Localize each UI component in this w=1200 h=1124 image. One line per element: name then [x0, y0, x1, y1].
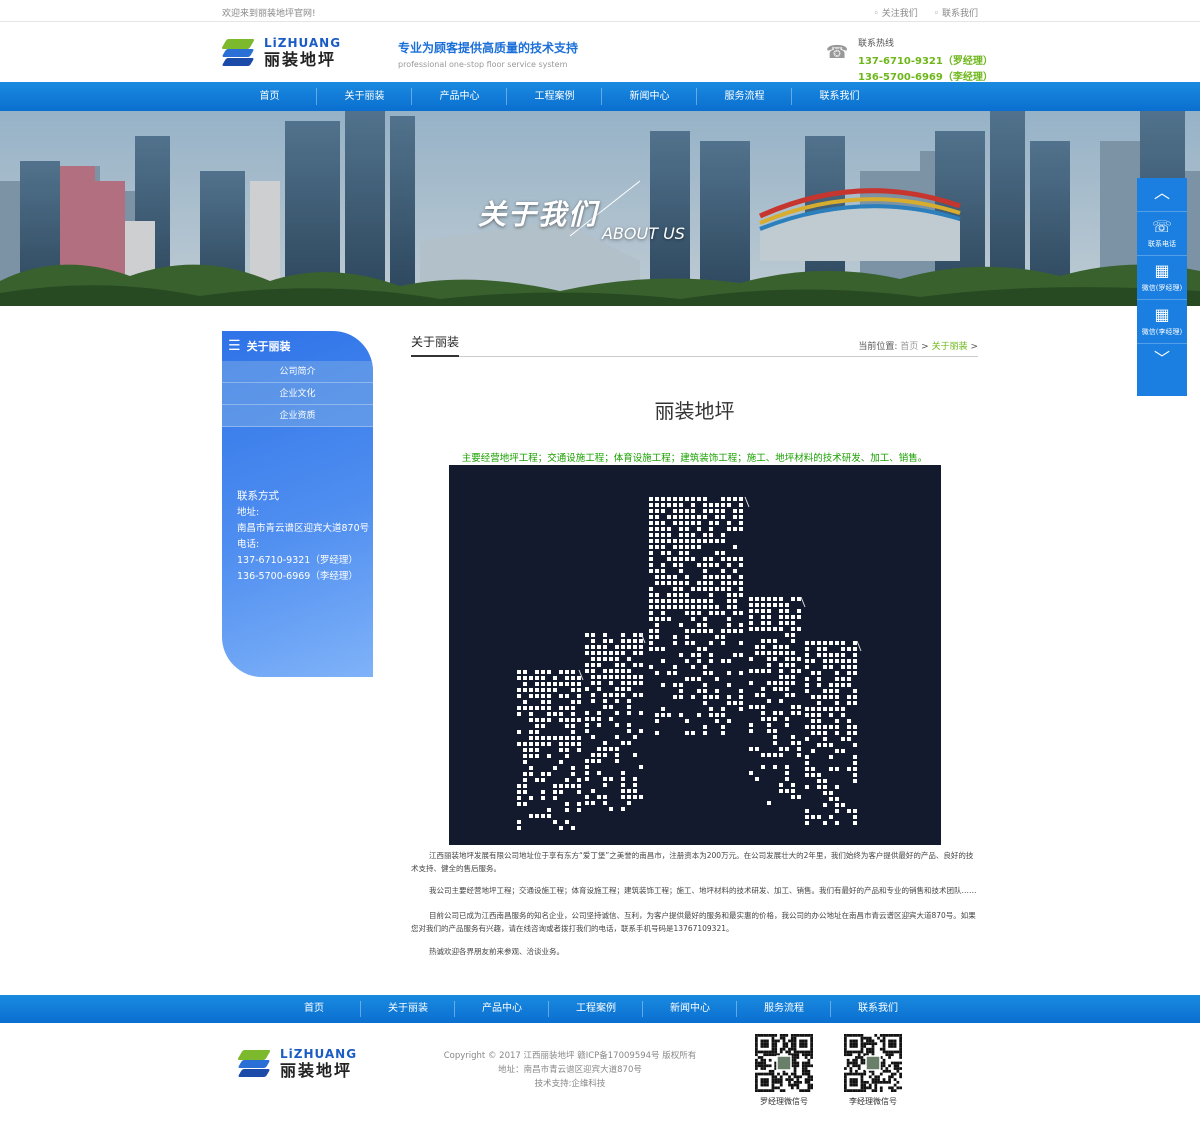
- copyright-text: Copyright © 2017 江西丽装地坪 赣ICP备17009594号 版…: [443, 1051, 697, 1061]
- footer-nav-news[interactable]: 新闻中心: [643, 995, 737, 1023]
- footer-info: Copyright © 2017 江西丽装地坪 赣ICP备17009594号 版…: [440, 1049, 700, 1091]
- phone-icon: ☏: [1151, 216, 1172, 236]
- top-bar: 欢迎来到丽装地坪官网! 关注我们 联系我们: [0, 0, 1200, 22]
- nav-cases[interactable]: 工程案例: [507, 82, 602, 111]
- floating-toolbar: ︿ ☏ 联系电话 ▦ 微信(罗经理) ▦ 微信(李经理) ﹀: [1137, 178, 1187, 396]
- contact-title: 联系方式: [237, 490, 279, 502]
- footer-nav-cases[interactable]: 工程案例: [549, 995, 643, 1023]
- footer-nav-products[interactable]: 产品中心: [455, 995, 549, 1023]
- content-header: 关于丽装 当前位置: 首页 > 关于丽装 >: [411, 331, 978, 357]
- sidebar-item-profile[interactable]: 公司简介: [222, 361, 373, 383]
- follow-us-link[interactable]: 关注我们: [874, 6, 918, 19]
- nav-products[interactable]: 产品中心: [412, 82, 507, 111]
- sidebar: ☰ 关于丽装 公司简介 企业文化 企业资质 联系方式 地址: 南昌市青云谱区迎宾…: [222, 331, 373, 677]
- sidebar-item-qualification[interactable]: 企业资质: [222, 405, 373, 427]
- float-wechat-2-button[interactable]: ▦ 微信(李经理): [1137, 300, 1187, 344]
- address-value: 南昌市青云谱区迎宾大道870号: [237, 523, 370, 534]
- nav-about[interactable]: 关于丽装: [317, 82, 412, 111]
- tech-support: 技术支持:企维科技: [534, 1079, 606, 1089]
- footer-nav-service[interactable]: 服务流程: [737, 995, 831, 1023]
- qr-caption-1: 罗经理微信号: [760, 1097, 808, 1106]
- address-label: 地址:: [237, 507, 260, 518]
- content-title: 关于丽装: [411, 333, 460, 357]
- slogan-cn: 专业为顾客提供高质量的技术支持: [398, 41, 579, 55]
- sidebar-title: 关于丽装: [246, 340, 291, 353]
- scroll-bottom-button[interactable]: ﹀: [1137, 344, 1187, 378]
- hotline-label: 联系热线: [858, 39, 895, 49]
- business-scope: 主要经营地坪工程；交通设施工程；体育设施工程；建筑装饰工程；施工、地坪材料的技术…: [461, 453, 928, 464]
- logo-text-cn: 丽装地坪: [264, 49, 337, 69]
- main-content: 关于丽装 当前位置: 首页 > 关于丽装 > 丽装地坪 主要经营地坪工程；交通设…: [411, 331, 978, 956]
- logo-mark-icon: [221, 35, 256, 69]
- paragraph-3: 目前公司已成为江西南昌服务的知名企业，公司坚持诚信、互利，为客户提供最好的服务和…: [411, 911, 976, 933]
- slogan-en: professional one-stop floor service syst…: [398, 60, 568, 69]
- chevron-down-icon: ﹀: [1153, 349, 1170, 368]
- qr-code-icon: ▦: [1154, 260, 1170, 280]
- contact-us-link[interactable]: 联系我们: [934, 6, 978, 19]
- footer-nav-about[interactable]: 关于丽装: [361, 995, 455, 1023]
- breadcrumb: 当前位置: 首页 > 关于丽装 >: [858, 339, 978, 352]
- footer-address: 地址：南昌市青云谱区迎宾大道870号: [498, 1065, 642, 1075]
- slogan: 专业为顾客提供高质量的技术支持 professional one-stop fl…: [398, 39, 578, 69]
- footer-logo[interactable]: LiZHUANG 丽装地坪: [237, 1046, 358, 1080]
- logo-mark-icon: [237, 1046, 272, 1080]
- breadcrumb-home[interactable]: 首页: [900, 342, 918, 352]
- float-wechat-1-button[interactable]: ▦ 微信(罗经理): [1137, 256, 1187, 300]
- paragraph-1: 江西丽装地坪发展有限公司地址位于享有东方“爱丁堡”之美誉的南昌市，注册资本为20…: [411, 851, 974, 873]
- tel-value-1: 137-6710-9321（罗经理）: [237, 555, 358, 566]
- footer-nav-contact[interactable]: 联系我们: [831, 995, 925, 1023]
- float-wechat-2-label: 微信(李经理): [1141, 327, 1183, 336]
- sidebar-header: ☰ 关于丽装: [222, 331, 373, 361]
- paragraph-4: 热诚欢迎各界朋友前来参观、洽谈业务。: [429, 947, 564, 956]
- nav-news[interactable]: 新闻中心: [602, 82, 697, 111]
- footer-logo-en: LiZHUANG: [280, 1046, 358, 1061]
- menu-icon: ☰: [228, 338, 241, 354]
- banner-title: 关于我们: [478, 198, 599, 231]
- chevron-up-icon: ︿: [1153, 182, 1170, 202]
- logo-text-en: LiZHUANG: [264, 35, 342, 50]
- nav-service[interactable]: 服务流程: [697, 82, 792, 111]
- breadcrumb-current[interactable]: 关于丽装: [932, 342, 968, 352]
- breadcrumb-label: 当前位置:: [858, 342, 898, 352]
- city-skyline-image: [0, 111, 1200, 306]
- breadcrumb-sep: >: [921, 342, 929, 352]
- sidebar-contact: 联系方式 地址: 南昌市青云谱区迎宾大道870号 电话: 137-6710-93…: [237, 488, 369, 585]
- hotline: ☎ 联系热线 137-6710-9321（罗经理） 136-5700-6969（…: [826, 36, 993, 83]
- qr-block-1: 罗经理微信号: [754, 1034, 814, 1107]
- hotline-phone-1: 137-6710-9321（罗经理）: [858, 56, 993, 67]
- welcome-text: 欢迎来到丽装地坪官网!: [222, 9, 316, 19]
- nav-home[interactable]: 首页: [222, 82, 317, 111]
- float-phone-button[interactable]: ☏ 联系电话: [1137, 212, 1187, 256]
- scroll-top-button[interactable]: ︿: [1137, 178, 1187, 212]
- paragraph-2: 我公司主要经营地坪工程；交通设施工程；体育设施工程；建筑装饰工程；施工、地坪材料…: [429, 886, 977, 895]
- company-name: 丽装地坪: [654, 399, 735, 423]
- banner: 关于我们 ABOUT US: [0, 111, 1200, 306]
- header: LiZHUANG 丽装地坪 专业为顾客提供高质量的技术支持 profession…: [0, 22, 1200, 83]
- nav-contact[interactable]: 联系我们: [792, 82, 887, 111]
- qr-block-2: 李经理微信号: [843, 1034, 903, 1107]
- float-phone-label: 联系电话: [1148, 239, 1176, 248]
- tel-label: 电话:: [237, 539, 260, 550]
- footer-nav-home[interactable]: 首页: [267, 995, 361, 1023]
- footer-logo-cn: 丽装地坪: [280, 1060, 353, 1080]
- top-links: 关注我们 联系我们: [874, 6, 978, 19]
- qr-caption-2: 李经理微信号: [849, 1097, 897, 1106]
- qr-code-image: [844, 1034, 902, 1092]
- float-wechat-1-label: 微信(罗经理): [1141, 283, 1183, 292]
- sidebar-item-culture[interactable]: 企业文化: [222, 383, 373, 405]
- qr-code-image: [755, 1034, 813, 1092]
- tel-value-2: 136-5700-6969（李经理）: [237, 571, 358, 582]
- qr-code-icon: ▦: [1154, 304, 1170, 324]
- breadcrumb-sep: >: [970, 342, 978, 352]
- banner-subtitle: ABOUT US: [602, 224, 685, 243]
- footer-nav: 首页 关于丽装 产品中心 工程案例 新闻中心 服务流程 联系我们: [0, 995, 1200, 1023]
- telephone-icon: ☎: [826, 42, 849, 63]
- main-nav: 首页 关于丽装 产品中心 工程案例 新闻中心 服务流程 联系我们: [0, 82, 1200, 111]
- hotline-phone-2: 136-5700-6969（李经理）: [858, 72, 993, 83]
- site-logo[interactable]: LiZHUANG 丽装地坪: [221, 34, 352, 70]
- city-night-illustration: [449, 465, 941, 845]
